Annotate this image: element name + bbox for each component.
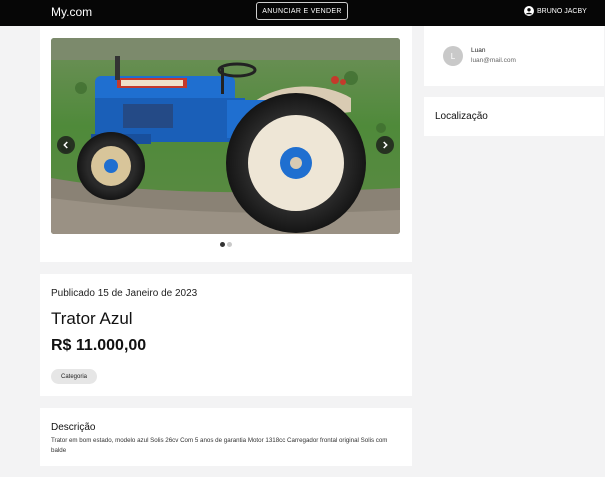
seller-card[interactable]: L Luan luan@mail.com: [424, 26, 604, 86]
sell-button[interactable]: ANUNCIAR E VENDER: [256, 2, 348, 20]
gallery-next-button[interactable]: [376, 136, 394, 154]
category-chip[interactable]: Categoria: [51, 369, 98, 384]
description-heading: Descrição: [51, 422, 96, 433]
seller-email[interactable]: luan@mail.com: [471, 57, 516, 64]
user-name: BRUNO JACBY: [537, 7, 587, 15]
seller-name: Luan: [471, 47, 486, 54]
top-nav-bar: My.com ANUNCIAR E VENDER BRUNO JACBY: [0, 0, 605, 26]
chevron-right-icon: [383, 141, 388, 149]
brand-logo[interactable]: My.com: [51, 5, 92, 19]
listing-title: Trator Azul: [51, 309, 133, 328]
gallery-dot-1[interactable]: [220, 242, 225, 247]
location-heading: Localização: [435, 111, 488, 122]
gallery-pagination: [220, 242, 232, 247]
published-date: Publicado 15 de Janeiro de 2023: [51, 288, 198, 299]
image-gallery: [40, 26, 412, 262]
user-menu[interactable]: BRUNO JACBY: [524, 6, 587, 16]
listing-price: R$ 11.000,00: [51, 337, 147, 354]
gallery-dot-2[interactable]: [227, 242, 232, 247]
location-card: Localização: [424, 97, 604, 136]
description-card: Descrição Trator em bom estado, modelo a…: [40, 408, 412, 466]
avatar: L: [443, 46, 463, 66]
account-icon: [524, 6, 534, 16]
gallery-prev-button[interactable]: [57, 136, 75, 154]
chevron-left-icon: [63, 141, 68, 149]
listing-photo[interactable]: [51, 38, 400, 234]
listing-info-card: Publicado 15 de Janeiro de 2023 Trator A…: [40, 274, 412, 396]
description-text: Trator em bom estado, modelo azul Solis …: [51, 437, 388, 454]
